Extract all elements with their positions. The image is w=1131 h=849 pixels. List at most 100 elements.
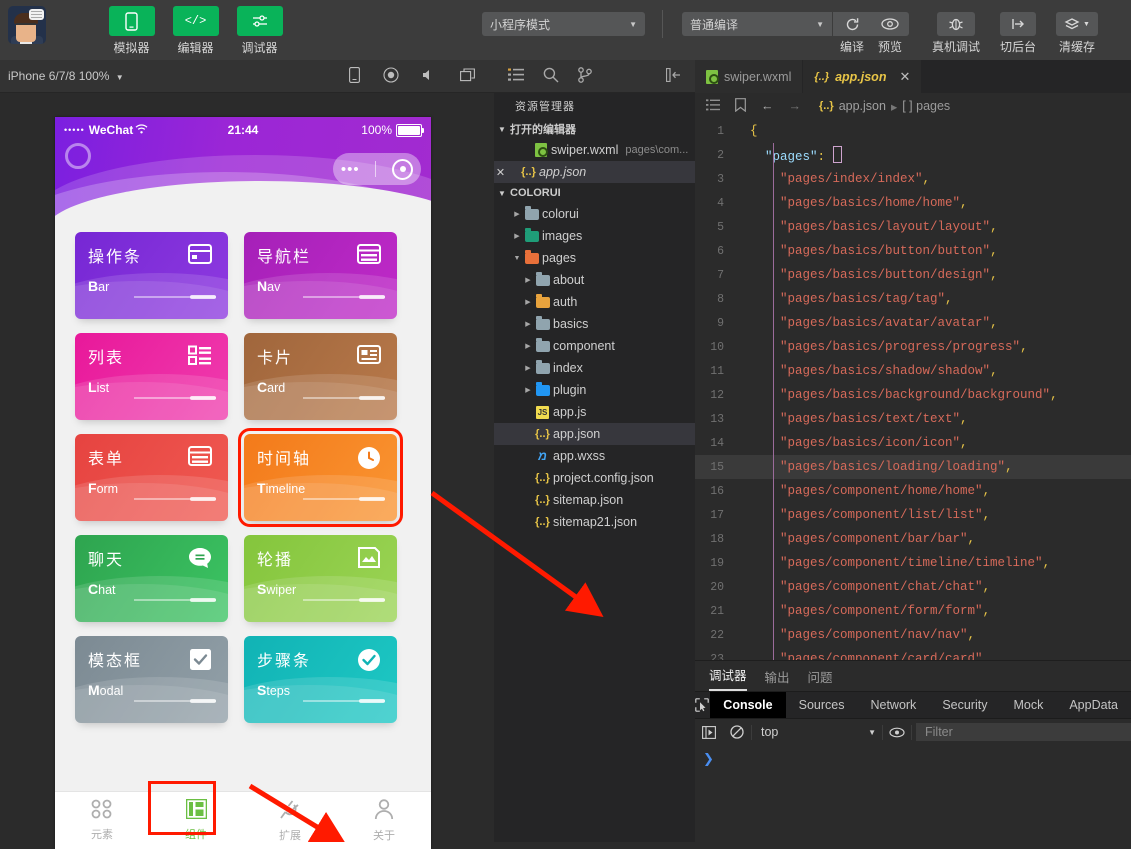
tree-item-sitemap-json[interactable]: {..} sitemap.json	[494, 489, 695, 511]
chevron-right-icon[interactable]: ▶	[511, 210, 523, 218]
tree-item-plugin[interactable]: ▶ plugin	[494, 379, 695, 401]
code-line[interactable]: 12 "pages/basics/background/background",	[695, 383, 1131, 407]
code-line[interactable]: 3 "pages/index/index",	[695, 167, 1131, 191]
tree-item-app-js[interactable]: JS app.js	[494, 401, 695, 423]
code-line[interactable]: 7 "pages/basics/button/design",	[695, 263, 1131, 287]
code-line[interactable]: 4 "pages/basics/home/home",	[695, 191, 1131, 215]
compile-mode-select[interactable]: 普通编译 ▼	[682, 12, 832, 36]
panel-tab-mock[interactable]: Mock	[1000, 692, 1056, 718]
real-device-debug-button[interactable]	[937, 12, 975, 36]
mode-select[interactable]: 小程序模式 ▼	[482, 12, 645, 36]
code-line[interactable]: 16 "pages/component/home/home",	[695, 479, 1131, 503]
source-control-icon[interactable]	[578, 66, 592, 86]
component-card-steps[interactable]: 步骤条 Steps	[244, 636, 397, 723]
component-card-bar[interactable]: 操作条 Bar	[75, 232, 228, 319]
chevron-right-icon[interactable]: ▶	[522, 320, 534, 328]
volume-icon[interactable]	[422, 68, 437, 85]
tab-swiper-wxml[interactable]: swiper.wxml	[695, 60, 804, 93]
code-area[interactable]: 1 {2 "pages": 3 "pages/index/index", 4 "p…	[695, 119, 1131, 660]
tree-item-app-wxss[interactable]: מ app.wxss	[494, 445, 695, 467]
component-card-form[interactable]: 表单 Form	[75, 434, 228, 521]
tree-item-auth[interactable]: ▶ auth	[494, 291, 695, 313]
execute-icon[interactable]	[695, 725, 723, 739]
panel-tab-security[interactable]: Security	[929, 692, 1000, 718]
code-line[interactable]: 14 "pages/basics/icon/icon",	[695, 431, 1131, 455]
bookmark-icon[interactable]	[735, 97, 746, 115]
tree-item-project-config-json[interactable]: {..} project.config.json	[494, 467, 695, 489]
compile-button[interactable]	[833, 12, 872, 36]
component-card-timeline[interactable]: 时间轴 Timeline	[238, 428, 403, 527]
chevron-right-icon[interactable]: ▶	[522, 342, 534, 350]
chevron-down-icon[interactable]: ▼	[511, 255, 523, 262]
code-line[interactable]: 19 "pages/component/timeline/timeline",	[695, 551, 1131, 575]
open-editor-app-json[interactable]: ✕ {..} app.json	[494, 161, 695, 183]
back-arrow-icon[interactable]: ←	[761, 99, 774, 113]
chevron-right-icon[interactable]: ▶	[522, 276, 534, 284]
chevron-right-icon[interactable]: ▶	[522, 298, 534, 306]
user-avatar[interactable]	[8, 6, 46, 44]
console-output[interactable]: ❯	[695, 745, 1131, 843]
tabbar-item-components[interactable]: 组件	[148, 781, 243, 842]
devtools-tab-other[interactable]: 问题	[808, 667, 833, 691]
panel-tab-network[interactable]: Network	[857, 692, 929, 718]
tree-item-app-json[interactable]: {..} app.json	[494, 423, 695, 445]
code-line[interactable]: 13 "pages/basics/text/text",	[695, 407, 1131, 431]
code-line[interactable]: 17 "pages/component/list/list",	[695, 503, 1131, 527]
tree-item-pages[interactable]: ▼ pages	[494, 247, 695, 269]
code-line[interactable]: 20 "pages/component/chat/chat",	[695, 575, 1131, 599]
simulator-button[interactable]: 模拟器	[108, 6, 155, 56]
code-line[interactable]: 22 "pages/component/nav/nav",	[695, 623, 1131, 647]
chevron-right-icon[interactable]: ▶	[522, 364, 534, 372]
code-line[interactable]: 5 "pages/basics/layout/layout",	[695, 215, 1131, 239]
editor-button[interactable]: </> 编辑器	[172, 6, 219, 56]
project-section[interactable]: ▼ COLORUI	[494, 183, 695, 203]
devtools-tab-debugger[interactable]: 调试器	[709, 665, 747, 691]
breadcrumb[interactable]: {..} app.json ▸ [ ] pages	[819, 99, 950, 114]
panel-tab-sources[interactable]: Sources	[786, 692, 858, 718]
open-editors-section[interactable]: ▼ 打开的编辑器	[494, 119, 695, 139]
devtools-tab-other[interactable]: 输出	[765, 667, 790, 691]
preview-button[interactable]	[871, 12, 909, 36]
collapse-panel-icon[interactable]	[665, 67, 681, 85]
code-line[interactable]: 9 "pages/basics/avatar/avatar",	[695, 311, 1131, 335]
code-line[interactable]: 1 {	[695, 119, 1131, 143]
record-icon[interactable]	[383, 66, 399, 86]
component-card-swiper[interactable]: 轮播 Swiper	[244, 535, 397, 622]
code-line[interactable]: 21 "pages/component/form/form",	[695, 599, 1131, 623]
code-line[interactable]: 15 "pages/basics/loading/loading",	[695, 455, 1131, 479]
clear-cache-button[interactable]: ▼	[1056, 12, 1098, 36]
tabbar-item-person[interactable]: 关于	[337, 798, 431, 843]
files-icon[interactable]	[508, 68, 524, 85]
tree-item-sitemap21-json[interactable]: {..} sitemap21.json	[494, 511, 695, 533]
tree-item-colorui[interactable]: ▶ colorui	[494, 203, 695, 225]
more-dots-icon[interactable]: •••	[341, 162, 360, 177]
component-card-list[interactable]: 列表 List	[75, 333, 228, 420]
close-icon[interactable]: ✕	[899, 69, 910, 85]
close-icon[interactable]: ✕	[494, 166, 507, 179]
forward-arrow-icon[interactable]: →	[789, 99, 802, 113]
panel-tab-console[interactable]: Console	[710, 692, 786, 718]
code-line[interactable]: 23 "pages/component/card/card",	[695, 647, 1131, 660]
tree-item-index[interactable]: ▶ index	[494, 357, 695, 379]
phone-simulator[interactable]: ••••• WeChat 21:44 100% ••• 操作条 Bar 导航栏 …	[55, 117, 431, 849]
outline-icon[interactable]	[706, 98, 720, 114]
search-icon[interactable]	[543, 67, 559, 86]
code-line[interactable]: 18 "pages/component/bar/bar",	[695, 527, 1131, 551]
code-line[interactable]: 11 "pages/basics/shadow/shadow",	[695, 359, 1131, 383]
eye-icon[interactable]	[883, 727, 911, 738]
device-icon[interactable]	[349, 66, 360, 86]
component-card-modal[interactable]: 模态框 Modal	[75, 636, 228, 723]
console-context-select[interactable]: top ▼	[752, 725, 882, 739]
tab-app-json[interactable]: {..} app.json ✕	[803, 60, 923, 93]
debugger-button[interactable]: 调试器	[236, 6, 283, 56]
chevron-right-icon[interactable]: ▶	[511, 232, 523, 240]
wechat-capsule[interactable]: •••	[333, 153, 421, 185]
panel-tab-appdata[interactable]: AppData	[1056, 692, 1131, 718]
window-icon[interactable]	[460, 67, 476, 85]
tabbar-item-plug[interactable]: 扩展	[243, 799, 337, 843]
open-editor-swiper-wxml[interactable]: swiper.wxml pages\com...	[494, 139, 695, 161]
tree-item-basics[interactable]: ▶ basics	[494, 313, 695, 335]
code-line[interactable]: 8 "pages/basics/tag/tag",	[695, 287, 1131, 311]
inspect-icon[interactable]	[695, 698, 710, 712]
component-card-card[interactable]: 卡片 Card	[244, 333, 397, 420]
